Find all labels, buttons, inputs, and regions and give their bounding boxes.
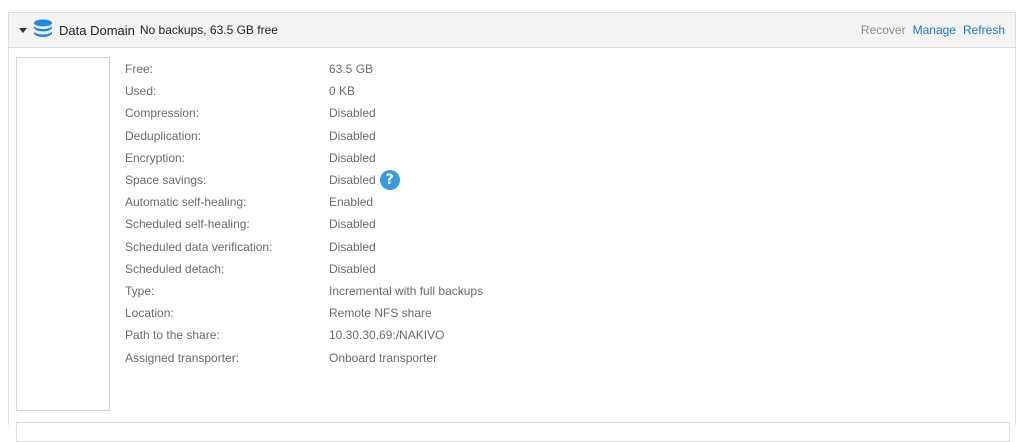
refresh-link[interactable]: Refresh bbox=[963, 23, 1005, 37]
property-value: Disabled bbox=[329, 150, 376, 165]
property-row-encryption: Encryption: Disabled bbox=[125, 147, 483, 169]
property-row-compression: Compression: Disabled bbox=[125, 102, 483, 124]
manage-link[interactable]: Manage bbox=[913, 23, 956, 37]
property-row-type: Type: Incremental with full backups bbox=[125, 280, 483, 302]
collapse-caret-icon[interactable] bbox=[19, 27, 27, 33]
property-row-scheduled-data-verification: Scheduled data verification: Disabled bbox=[125, 236, 483, 258]
property-value: 63.5 GB bbox=[329, 62, 374, 77]
property-value: Disabled bbox=[329, 239, 376, 254]
property-row-scheduled-self-healing: Scheduled self-healing: Disabled bbox=[125, 213, 483, 235]
property-label: Scheduled detach: bbox=[125, 261, 225, 276]
property-label: Free: bbox=[125, 62, 154, 77]
database-icon bbox=[33, 19, 53, 41]
property-value: Incremental with full backups bbox=[329, 283, 484, 298]
property-label: Assigned transporter: bbox=[125, 350, 240, 365]
next-section-box bbox=[16, 422, 1010, 442]
property-row-space-savings: Space savings: Disabled ? bbox=[125, 169, 483, 191]
property-label: Type: bbox=[125, 283, 155, 298]
property-row-scheduled-detach: Scheduled detach: Disabled bbox=[125, 258, 483, 280]
property-value: Remote NFS share bbox=[329, 306, 432, 321]
property-row-deduplication: Deduplication: Disabled bbox=[125, 125, 483, 147]
property-value: Disabled bbox=[329, 261, 376, 276]
property-label: Location: bbox=[125, 306, 174, 321]
repository-header: Data Domain No backups, 63.5 GB free Rec… bbox=[9, 13, 1015, 48]
repository-panel: Data Domain No backups, 63.5 GB free Rec… bbox=[8, 12, 1016, 442]
property-label: Scheduled data verification: bbox=[125, 239, 273, 254]
property-value-wrap: Disabled ? bbox=[329, 170, 400, 191]
repository-summary: No backups, 63.5 GB free bbox=[139, 23, 278, 37]
property-label: Space savings: bbox=[125, 173, 207, 188]
property-label: Scheduled self-healing: bbox=[125, 217, 250, 232]
properties-list: Free: 63.5 GB Used: 0 KB Compression: Di… bbox=[125, 58, 483, 369]
property-value: 0 KB bbox=[329, 84, 356, 99]
property-value: Disabled bbox=[329, 173, 376, 188]
property-value: 10.30.30.69:/NAKIVO bbox=[329, 328, 445, 343]
property-label: Path to the share: bbox=[125, 328, 220, 343]
property-value: Enabled bbox=[329, 195, 374, 210]
property-value: Disabled bbox=[329, 217, 376, 232]
property-row-assigned-transporter: Assigned transporter: Onboard transporte… bbox=[125, 346, 483, 368]
property-row-free: Free: 63.5 GB bbox=[125, 58, 483, 80]
property-value: Disabled bbox=[329, 128, 376, 143]
recover-link[interactable]: Recover bbox=[861, 23, 906, 37]
repository-title[interactable]: Data Domain bbox=[59, 23, 135, 38]
question-icon[interactable]: ? bbox=[379, 170, 400, 191]
property-row-used: Used: 0 KB bbox=[125, 80, 483, 102]
property-value: Onboard transporter bbox=[329, 350, 438, 365]
property-label: Compression: bbox=[125, 106, 200, 121]
property-row-location: Location: Remote NFS share bbox=[125, 302, 483, 324]
property-value: Disabled bbox=[329, 106, 376, 121]
property-label: Automatic self-healing: bbox=[125, 195, 247, 210]
property-label: Used: bbox=[125, 84, 157, 99]
property-row-path: Path to the share: 10.30.30.69:/NAKIVO bbox=[125, 324, 483, 346]
property-label: Deduplication: bbox=[125, 128, 202, 143]
property-label: Encryption: bbox=[125, 150, 186, 165]
header-actions: Recover Manage Refresh bbox=[861, 23, 1005, 37]
property-row-automatic-self-healing: Automatic self-healing: Enabled bbox=[125, 191, 483, 213]
repository-thumbnail bbox=[16, 57, 110, 411]
